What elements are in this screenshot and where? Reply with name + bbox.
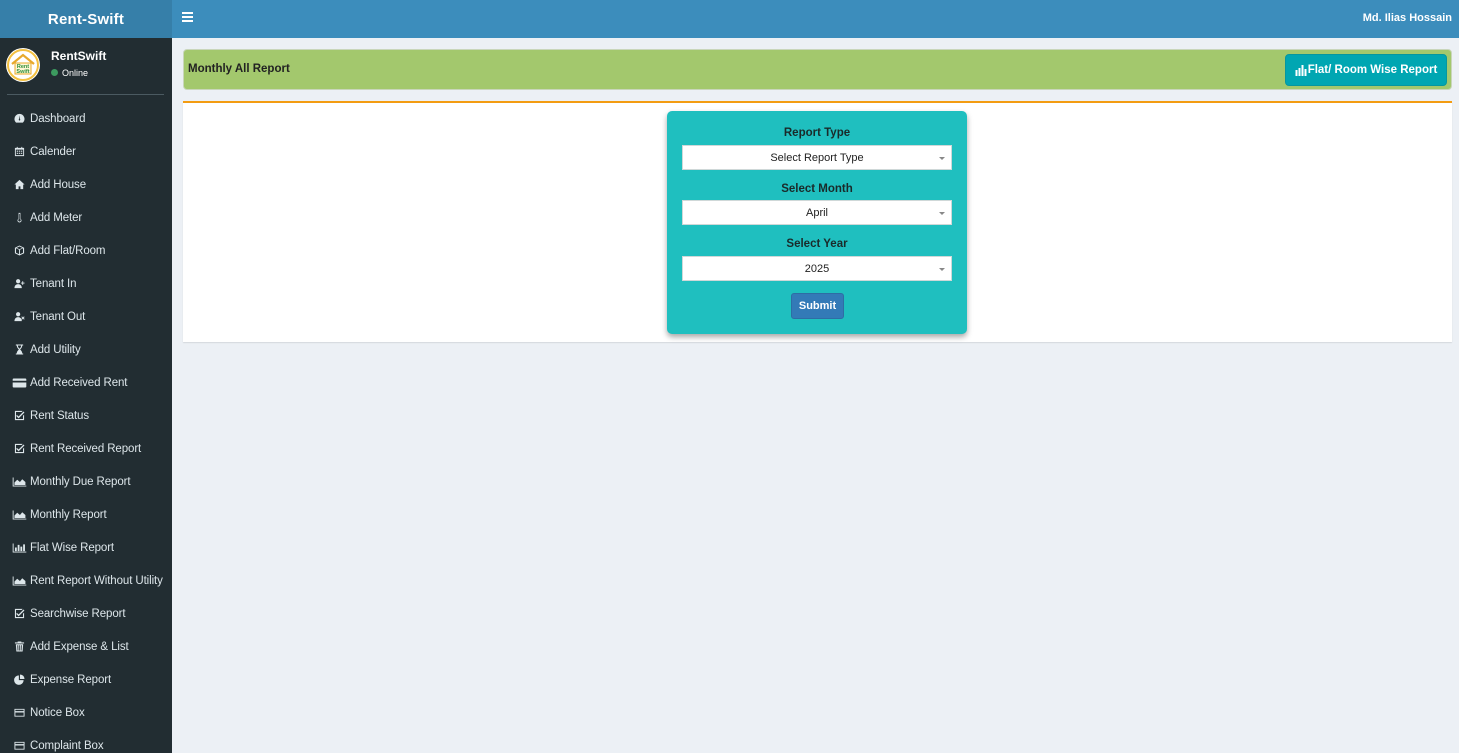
sidebar-item-complaint-box[interactable]: Complaint Box: [0, 729, 172, 753]
sidebar-item-dashboard[interactable]: Dashboard: [0, 102, 172, 135]
sidebar: Rent-Swift Rent Swift RentSwift Online D…: [0, 0, 172, 753]
select-year-label: Select Year: [786, 238, 848, 250]
hamburger-menu-icon[interactable]: [182, 12, 193, 22]
pie-chart-icon: [12, 674, 27, 686]
sidebar-item-label: Dashboard: [30, 112, 86, 125]
sidebar-item-flat-wise-report[interactable]: Flat Wise Report: [0, 531, 172, 564]
report-type-label: Report Type: [783, 127, 851, 139]
sidebar-item-add-flat-room[interactable]: Add Flat/Room: [0, 234, 172, 267]
sidebar-item-add-meter[interactable]: Add Meter: [0, 201, 172, 234]
check-square-icon: [12, 443, 27, 455]
flat-room-wise-report-label: Flat/ Room Wise Report: [1307, 64, 1438, 76]
card-icon: [12, 740, 27, 752]
user-status-text: Online: [62, 67, 89, 78]
year-value: 2025: [804, 263, 830, 275]
calendar-icon: [12, 146, 27, 158]
sidebar-item-tenant-out[interactable]: Tenant Out: [0, 300, 172, 333]
report-form-card: Report Type Select Report Type Select Mo…: [667, 111, 967, 334]
user-info: RentSwift Online: [51, 49, 106, 78]
sidebar-item-label: Add Meter: [30, 211, 83, 224]
sidebar-item-label: Tenant In: [30, 277, 77, 290]
card-icon: [12, 707, 27, 719]
sidebar-item-tenant-in[interactable]: Tenant In: [0, 267, 172, 300]
sidebar-item-rent-received-report[interactable]: Rent Received Report: [0, 432, 172, 465]
sidebar-item-label: Flat Wise Report: [30, 541, 115, 554]
month-value: April: [805, 207, 828, 219]
sidebar-item-label: Complaint Box: [30, 739, 104, 752]
month-select[interactable]: April: [682, 200, 952, 225]
report-type-value: Select Report Type: [770, 152, 864, 164]
sidebar-item-searchwise-report[interactable]: Searchwise Report: [0, 597, 172, 630]
hourglass-icon: [12, 344, 27, 356]
sidebar-item-label: Add House: [30, 178, 86, 191]
dashboard-icon: [12, 113, 27, 125]
report-header-bar: Monthly All Report Flat/ Room Wise Repor…: [183, 49, 1452, 90]
report-type-select[interactable]: Select Report Type: [682, 145, 952, 170]
sidebar-item-monthly-report[interactable]: Monthly Report: [0, 498, 172, 531]
area-chart-icon: [12, 476, 27, 488]
avatar: Rent Swift: [6, 48, 40, 82]
caret-down-icon: [939, 157, 945, 160]
bar-chart-icon: [1295, 64, 1307, 76]
check-square-icon: [12, 608, 27, 620]
avatar-text-swift: Swift: [16, 69, 29, 75]
top-navbar: Md. Ilias Hossain: [172, 0, 1459, 38]
sidebar-item-add-expense-list[interactable]: Add Expense & List: [0, 630, 172, 663]
sidebar-item-expense-report[interactable]: Expense Report: [0, 663, 172, 696]
status-dot-icon: [51, 69, 58, 76]
sidebar-item-rent-status[interactable]: Rent Status: [0, 399, 172, 432]
sidebar-item-label: Rent Status: [30, 409, 89, 422]
sidebar-item-label: Add Flat/Room: [30, 244, 106, 257]
area-chart-icon: [12, 575, 27, 587]
sidebar-item-notice-box[interactable]: Notice Box: [0, 696, 172, 729]
sidebar-item-label: Add Expense & List: [30, 640, 129, 653]
sidebar-item-monthly-due-report[interactable]: Monthly Due Report: [0, 465, 172, 498]
sidebar-item-add-utility[interactable]: Add Utility: [0, 333, 172, 366]
page-title: Monthly All Report: [188, 63, 290, 75]
sidebar-item-add-received-rent[interactable]: Add Received Rent: [0, 366, 172, 399]
sidebar-item-rent-report-without-utility[interactable]: Rent Report Without Utility: [0, 564, 172, 597]
sidebar-item-label: Calender: [30, 145, 76, 158]
caret-down-icon: [939, 268, 945, 271]
sidebar-item-label: Monthly Due Report: [30, 475, 131, 488]
sidebar-item-label: Tenant Out: [30, 310, 86, 323]
user-times-icon: [12, 311, 27, 323]
year-select[interactable]: 2025: [682, 256, 952, 281]
sidebar-item-label: Add Received Rent: [30, 376, 128, 389]
topbar-user-name[interactable]: Md. Ilias Hossain: [1363, 12, 1452, 24]
area-chart-icon: [12, 509, 27, 521]
user-panel: Rent Swift RentSwift Online: [0, 38, 172, 95]
cube-icon: [12, 245, 27, 257]
thermometer-icon: [12, 212, 27, 224]
sidebar-item-label: Rent Received Report: [30, 442, 142, 455]
trash-icon: [12, 641, 27, 653]
select-month-label: Select Month: [781, 183, 853, 195]
sidebar-menu: Dashboard Calender Add House Add Meter A…: [0, 102, 172, 753]
sidebar-item-label: Expense Report: [30, 673, 112, 686]
user-status: Online: [51, 68, 106, 78]
brand-logo[interactable]: Rent-Swift: [0, 0, 172, 38]
home-icon: [12, 179, 27, 191]
credit-card-icon: [12, 377, 27, 389]
flat-room-wise-report-button[interactable]: Flat/ Room Wise Report: [1285, 54, 1447, 86]
bar-chart-icon: [12, 542, 27, 554]
sidebar-item-label: Searchwise Report: [30, 607, 126, 620]
sidebar-item-label: Notice Box: [30, 706, 85, 719]
sidebar-item-calender[interactable]: Calender: [0, 135, 172, 168]
sidebar-item-label: Rent Report Without Utility: [30, 574, 163, 587]
sidebar-item-label: Monthly Report: [30, 508, 107, 521]
check-square-icon: [12, 410, 27, 422]
submit-button[interactable]: Submit: [791, 293, 844, 319]
caret-down-icon: [939, 212, 945, 215]
user-name: RentSwift: [51, 48, 107, 63]
sidebar-item-add-house[interactable]: Add House: [0, 168, 172, 201]
sidebar-item-label: Add Utility: [30, 343, 81, 356]
user-plus-icon: [12, 278, 27, 290]
